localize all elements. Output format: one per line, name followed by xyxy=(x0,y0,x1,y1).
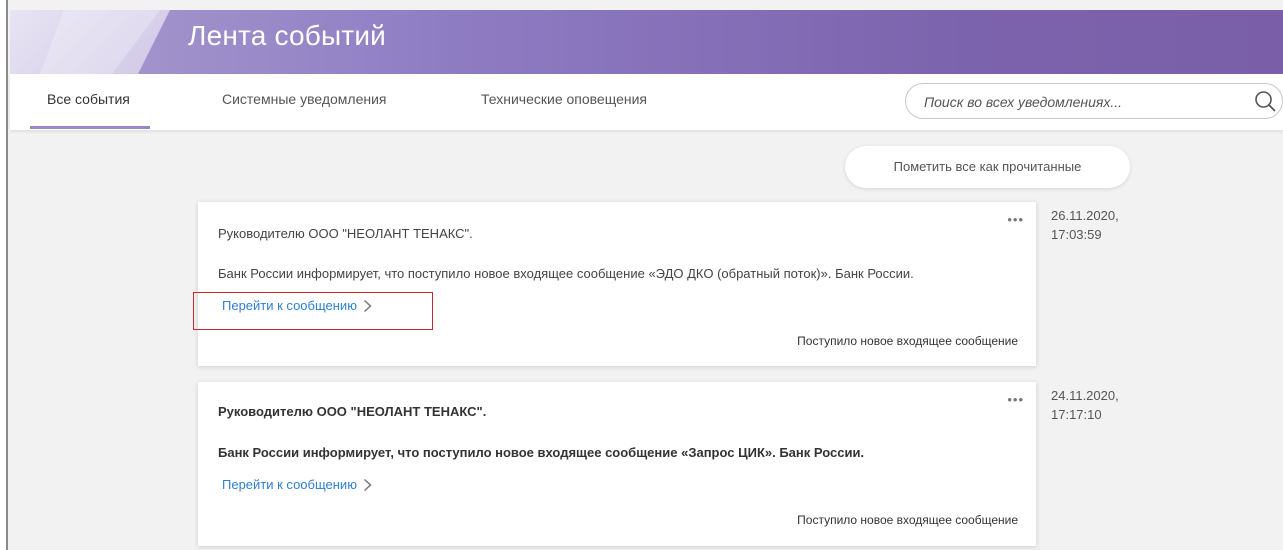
page-title: Лента событий xyxy=(188,20,387,51)
go-to-message-link[interactable]: Перейти к сообщению xyxy=(222,477,372,492)
notification-body: Банк России информирует, что поступило н… xyxy=(218,445,865,460)
notification-category: Поступило новое входящее сообщение xyxy=(797,513,1018,527)
page-header: Лента событий xyxy=(10,10,1283,74)
more-options-icon[interactable]: ••• xyxy=(1007,212,1024,227)
tab-all-events[interactable]: Все события xyxy=(47,91,130,107)
chevron-right-icon xyxy=(363,478,372,491)
notification-date: 24.11.2020, xyxy=(1051,388,1119,403)
go-to-message-label: Перейти к сообщению xyxy=(222,477,357,492)
window-left-edge xyxy=(0,0,8,550)
notification-datetime: 24.11.2020, 17:17:10 xyxy=(1051,386,1119,424)
tabs-bar: Все события Системные уведомления Технич… xyxy=(10,74,1283,130)
notification-datetime: 26.11.2020, 17:03:59 xyxy=(1051,206,1119,244)
more-options-icon[interactable]: ••• xyxy=(1007,392,1024,407)
tab-technical-alerts[interactable]: Технические оповещения xyxy=(481,91,647,107)
notification-time: 17:03:59 xyxy=(1051,227,1102,242)
notification-body: Банк России информирует, что поступило н… xyxy=(218,266,914,281)
search-input[interactable] xyxy=(924,91,1234,113)
search-box xyxy=(905,83,1283,119)
notification-card: ••• Руководителю ООО "НЕОЛАНТ ТЕНАКС". Б… xyxy=(198,202,1036,366)
tab-system-notifications[interactable]: Системные уведомления xyxy=(222,91,387,107)
notification-date: 26.11.2020, xyxy=(1051,208,1119,223)
search-icon[interactable] xyxy=(1254,90,1276,112)
notification-card: ••• Руководителю ООО "НЕОЛАНТ ТЕНАКС". Б… xyxy=(198,382,1036,546)
mark-all-read-button[interactable]: Пометить все как прочитанные xyxy=(845,146,1130,188)
notification-addressee: Руководителю ООО "НЕОЛАНТ ТЕНАКС". xyxy=(218,404,487,419)
notification-category: Поступило новое входящее сообщение xyxy=(797,334,1018,348)
highlight-frame xyxy=(193,292,433,330)
notification-addressee: Руководителю ООО "НЕОЛАНТ ТЕНАКС". xyxy=(218,226,473,241)
notification-time: 17:17:10 xyxy=(1051,407,1102,422)
active-tab-indicator xyxy=(30,126,150,129)
